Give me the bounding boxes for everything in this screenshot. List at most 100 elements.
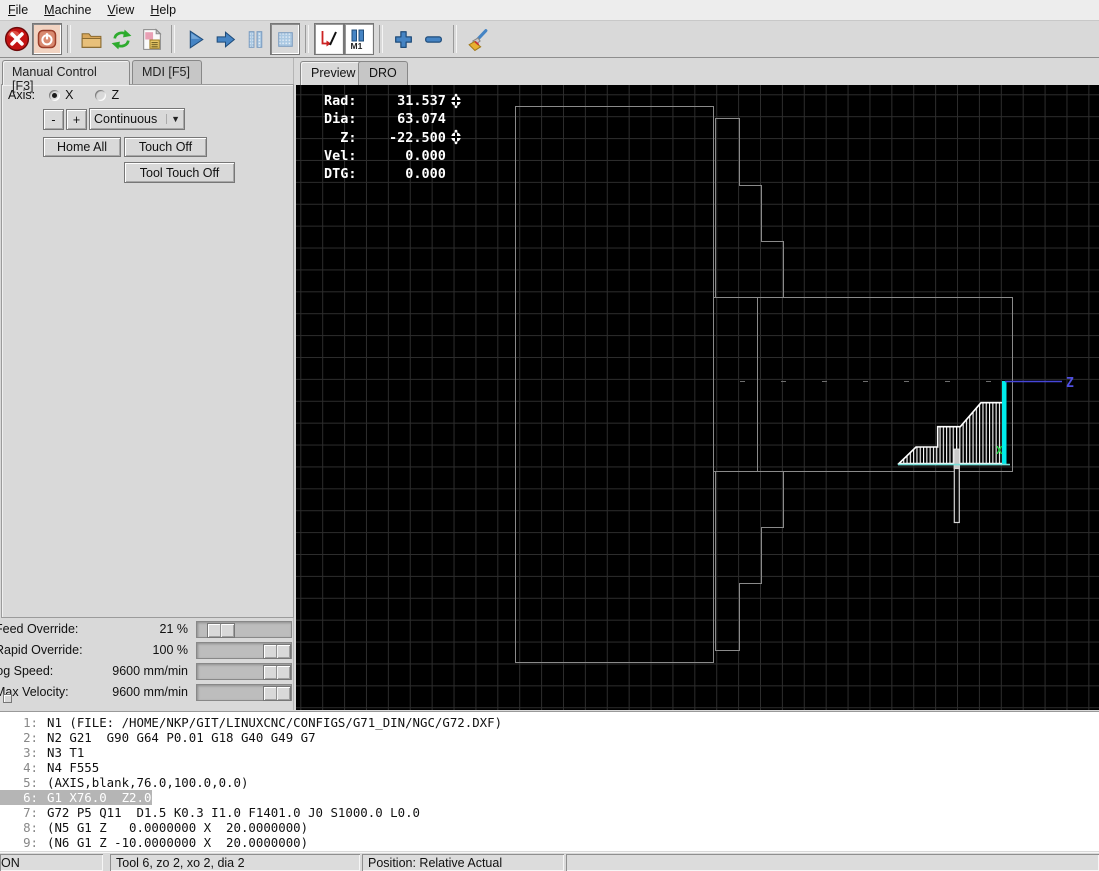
gcode-line[interactable]: 1: N1 (FILE: /HOME/NKP/GIT/LINUXCNC/CONFI… [0, 715, 1099, 730]
jog-speed-slider[interactable] [196, 663, 292, 680]
rapid-override-slider[interactable] [196, 642, 292, 659]
open-file-button[interactable] [76, 23, 106, 55]
chuck-outline [515, 106, 784, 663]
gcode-line[interactable]: 5: (AXIS,blank,76.0,100.0,0.0) [0, 775, 1099, 790]
jog-plus-button[interactable]: + [66, 109, 87, 130]
zoom-in-icon [394, 30, 412, 48]
feed-override-label: Feed Override: [0, 622, 79, 636]
tab-manual-control[interactable]: Manual Control [F3] [2, 60, 130, 93]
menu-machine[interactable]: Machine [36, 1, 99, 20]
toolbar: M1 [0, 21, 1099, 58]
toolpath-properties-button[interactable] [136, 23, 166, 55]
reload-icon [111, 29, 131, 49]
slider-thumb[interactable] [263, 644, 291, 659]
jog-speed-value: 9600 mm/min [112, 664, 188, 678]
run-button[interactable] [180, 23, 210, 55]
axis-z-label: Z [111, 88, 120, 102]
stop-icon [277, 31, 293, 47]
tab-preview[interactable]: Preview [300, 61, 367, 85]
part-profile [897, 401, 1005, 465]
jog-minus-button[interactable]: - [43, 109, 64, 130]
tab-mdi[interactable]: MDI [F5] [132, 60, 202, 84]
menu-file[interactable]: File [0, 1, 36, 20]
line-text: (AXIS,blank,76.0,100.0,0.0) [47, 775, 249, 790]
clear-plot-button[interactable] [462, 23, 492, 55]
x-axis-label: X [996, 444, 1003, 457]
line-number: 5: [23, 775, 38, 790]
rapid-override-label: Rapid Override: [0, 643, 83, 657]
dro-z: Z: -22.500 [324, 129, 446, 146]
axis-window: File Machine View Help M1 Manual Control… [0, 0, 1099, 871]
jog-mode-select[interactable]: Continuous ▼ [89, 108, 185, 130]
feed-override-value: 21 % [159, 622, 189, 636]
zoom-out-icon [424, 35, 442, 43]
tab-dro[interactable]: DRO [358, 61, 408, 85]
skip-lines-icon [321, 31, 337, 47]
skip-lines-toggle[interactable] [314, 23, 344, 55]
gcode-line[interactable]: 4: N4 F555 [0, 760, 1099, 775]
menu-help[interactable]: Help [142, 1, 184, 20]
homed-icon [449, 129, 463, 145]
line-text: G1 X76.0 Z2.0 [47, 790, 152, 805]
zoom-out-button[interactable] [418, 23, 448, 55]
toolbar-separator [171, 25, 175, 53]
line-number: 3: [23, 745, 38, 760]
zoom-in-button[interactable] [388, 23, 418, 55]
line-number: 2: [23, 730, 38, 745]
reload-button[interactable] [106, 23, 136, 55]
line-number: 7: [23, 805, 38, 820]
jog-mode-value: Continuous [94, 112, 158, 126]
home-all-button[interactable]: Home All [43, 137, 121, 157]
max-velocity-row: Max Velocity: 9600 mm/min [0, 684, 294, 702]
axis-x-radio[interactable] [49, 89, 61, 101]
line-text: N1 (FILE: /HOME/NKP/GIT/LINUXCNC/CONFIGS… [47, 715, 503, 730]
toolpath-properties-icon [142, 27, 162, 50]
open-file-icon [81, 32, 101, 48]
estop-button[interactable] [2, 23, 32, 55]
dro-dia: Dia: 63.074 [324, 111, 446, 128]
pause-icon [248, 30, 262, 48]
slider-thumb[interactable] [207, 623, 235, 638]
menu-view[interactable]: View [99, 1, 142, 20]
stop-button[interactable] [270, 23, 300, 55]
status-bar: ON Tool 6, zo 2, xo 2, dia 2 Position: R… [0, 852, 1099, 871]
feed-override-slider[interactable] [196, 621, 292, 638]
gcode-line[interactable]: 8: (N5 G1 Z 0.0000000 X 20.0000000) [0, 820, 1099, 835]
gcode-line[interactable]: 3: N3 T1 [0, 745, 1099, 760]
svg-text:M1: M1 [351, 41, 363, 51]
homed-icon [449, 93, 463, 109]
axis-x-label: X [65, 88, 74, 102]
line-text: G72 P5 Q11 D1.5 K0.3 I1.0 F1401.0 J0 S10… [47, 805, 420, 820]
optional-stop-toggle[interactable]: M1 [344, 23, 374, 55]
line-text: N4 F555 [47, 760, 100, 775]
gcode-line[interactable]: 9: (N6 G1 Z -10.0000000 X 20.0000000) [0, 835, 1099, 850]
gcode-line[interactable]: 2: N2 G21 G90 G64 P0.01 G18 G40 G49 G7 [0, 730, 1099, 745]
clear-plot-icon [467, 28, 487, 51]
step-button[interactable] [210, 23, 240, 55]
preview-tab-strip: Preview DRO [294, 58, 1099, 85]
preview-canvas[interactable]: Z X Rad: 31.537 Dia: 63.074 Z: -22.500 Vel… [296, 85, 1099, 710]
manual-control-panel: Manual Control [F3] MDI [F5] Axis: X Z -… [0, 58, 294, 710]
run-icon [189, 29, 204, 49]
axis-z-radio[interactable] [95, 89, 107, 101]
gcode-line-active[interactable]: 6: G1 X76.0 Z2.0 [0, 790, 152, 805]
chevron-down-icon: ▼ [166, 114, 180, 124]
gcode-line[interactable]: 7: G72 P5 Q11 D1.5 K0.3 I1.0 F1401.0 J0 S… [0, 805, 1099, 820]
max-velocity-value: 9600 mm/min [112, 685, 188, 699]
tool-touch-off-button[interactable]: Tool Touch Off [124, 162, 235, 183]
dro-rad: Rad: 31.537 [324, 93, 446, 109]
tool-tip [953, 448, 960, 469]
menu-bar: File Machine View Help [0, 0, 1099, 21]
max-velocity-slider[interactable] [196, 684, 292, 701]
line-number: 9: [23, 835, 38, 850]
slider-thumb[interactable] [263, 686, 291, 701]
feed-override-row: Feed Override: 21 % [0, 621, 294, 639]
rapid-override-value: 100 % [152, 643, 188, 657]
slider-thumb[interactable] [263, 665, 291, 680]
touch-off-button[interactable]: Touch Off [124, 137, 207, 157]
line-number: 1: [23, 715, 38, 730]
machine-power-button[interactable] [32, 23, 62, 55]
pause-button[interactable] [240, 23, 270, 55]
traverse-path-line [1002, 381, 1007, 465]
pane-sash-grip[interactable] [3, 694, 12, 703]
